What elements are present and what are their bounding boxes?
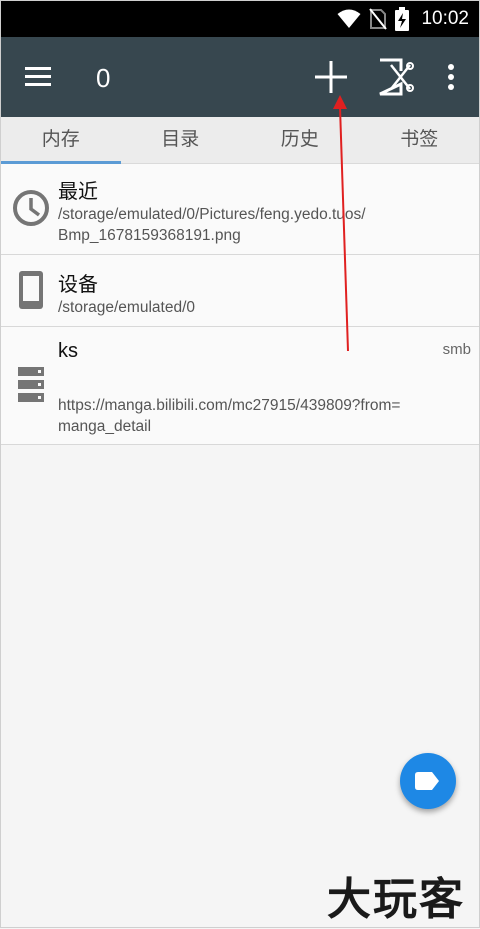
- list-item-ks[interactable]: ks smb https://manga.bilibili.com/mc2791…: [1, 327, 479, 445]
- tag-icon: [415, 772, 439, 790]
- status-bar: 10:02: [1, 1, 479, 37]
- menu-icon[interactable]: [23, 63, 53, 91]
- tab-bookmarks[interactable]: 书签: [360, 117, 480, 163]
- clock-icon: [13, 190, 49, 226]
- server-icon: [18, 367, 44, 402]
- item-name: 设备: [58, 274, 98, 296]
- add-icon[interactable]: [313, 59, 349, 95]
- tab-bar: 内存 目录 历史 书签: [1, 117, 479, 164]
- cut-icon[interactable]: [377, 57, 415, 97]
- list-item-recent[interactable]: 最近 /storage/emulated/0/Pictures/feng.yed…: [1, 164, 479, 255]
- battery-charging-icon: [395, 7, 410, 31]
- more-vert-icon[interactable]: [441, 61, 461, 93]
- tab-directory[interactable]: 目录: [121, 117, 241, 163]
- wifi-icon: [337, 9, 361, 28]
- page-title: 0: [96, 63, 111, 93]
- item-path-cont: manga_detail: [58, 418, 152, 435]
- no-sim-icon: [369, 8, 388, 30]
- app-bar: 0: [1, 37, 479, 117]
- item-name: ks: [58, 340, 78, 362]
- item-protocol: smb: [442, 341, 471, 358]
- list-item-device[interactable]: 设备 /storage/emulated/0: [1, 255, 479, 327]
- watermark-logo: 大玩客: [327, 875, 465, 924]
- phone-icon: [19, 271, 43, 309]
- item-name: 最近: [58, 181, 98, 203]
- item-path-cont: Bmp_1678159368191.png: [58, 227, 241, 244]
- tab-memory[interactable]: 内存: [1, 117, 121, 164]
- bookmark-fab-button[interactable]: [400, 753, 456, 809]
- tab-history[interactable]: 历史: [240, 117, 360, 163]
- item-path: https://manga.bilibili.com/mc27915/43980…: [58, 397, 401, 414]
- item-path: /storage/emulated/0/Pictures/feng.yedo.t…: [58, 206, 366, 223]
- item-path: /storage/emulated/0: [58, 299, 196, 316]
- location-list: 最近 /storage/emulated/0/Pictures/feng.yed…: [1, 164, 479, 445]
- status-time: 10:02: [421, 8, 469, 29]
